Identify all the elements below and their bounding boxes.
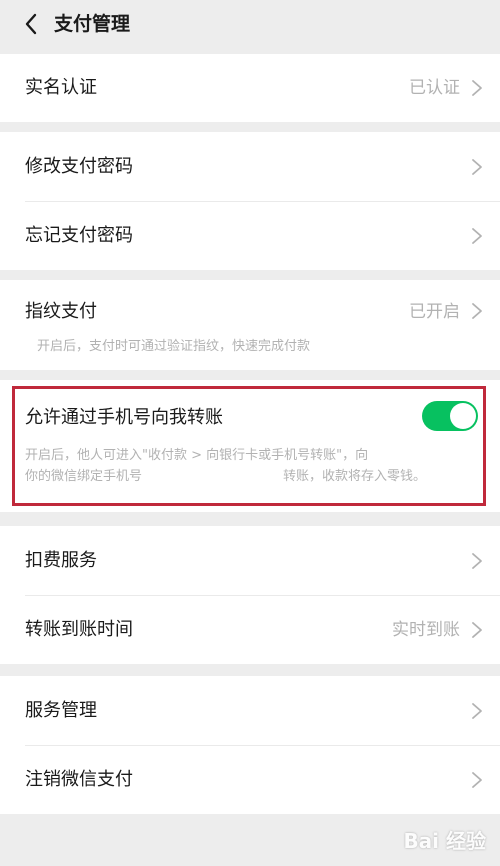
password-group: 修改支付密码 忘记支付密码 (0, 132, 500, 270)
baidu-jingyan-watermark: Bai 经验 (403, 829, 486, 853)
manage-group: 服务管理 注销微信支付 (0, 676, 500, 814)
change-password-label: 修改支付密码 (25, 155, 133, 177)
payment-management-page: 支付管理 实名认证 已认证 修改支付密码 忘记支付密码 指纹支付 已开启 开启后… (0, 0, 500, 866)
chevron-right-icon (472, 303, 482, 319)
highlight-annotation-box (12, 386, 486, 506)
deduction-service-row[interactable]: 扣费服务 (0, 526, 500, 595)
chevron-right-icon (472, 158, 482, 175)
back-button[interactable] (18, 11, 44, 37)
realname-label: 实名认证 (25, 77, 97, 98)
realname-row[interactable]: 实名认证 已认证 (0, 54, 500, 122)
fingerprint-label: 指纹支付 (25, 301, 97, 322)
chevron-right-icon (472, 80, 482, 96)
fingerprint-description: 开启后，支付时可通过验证指纹，快速完成付款 (37, 339, 311, 354)
transfer-arrival-row[interactable]: 转账到账时间 实时到账 (0, 595, 500, 664)
services-group: 扣费服务 转账到账时间 实时到账 (0, 526, 500, 664)
cancel-wechat-pay-label: 注销微信支付 (25, 768, 133, 790)
fingerprint-row[interactable]: 指纹支付 已开启 (0, 280, 500, 340)
chevron-right-icon (472, 771, 482, 788)
forgot-password-row[interactable]: 忘记支付密码 (0, 201, 500, 270)
chevron-right-icon (472, 702, 482, 719)
fingerprint-group: 指纹支付 已开启 开启后，支付时可通过验证指纹，快速完成付款 (0, 280, 500, 370)
fingerprint-status: 已开启 (409, 302, 460, 322)
realname-status: 已认证 (409, 78, 460, 98)
forgot-password-label: 忘记支付密码 (25, 224, 133, 246)
chevron-right-icon (472, 621, 482, 638)
service-manage-label: 服务管理 (25, 699, 97, 721)
nav-header: 支付管理 (0, 0, 500, 50)
transfer-arrival-value: 实时到账 (392, 619, 460, 640)
chevron-right-icon (472, 227, 482, 244)
chevron-right-icon (472, 552, 482, 569)
change-password-row[interactable]: 修改支付密码 (0, 132, 500, 201)
service-manage-row[interactable]: 服务管理 (0, 676, 500, 745)
deduction-service-label: 扣费服务 (25, 549, 97, 571)
cancel-wechat-pay-row[interactable]: 注销微信支付 (0, 745, 500, 814)
transfer-arrival-label: 转账到账时间 (25, 618, 133, 640)
chevron-left-icon (25, 13, 37, 35)
page-title: 支付管理 (54, 13, 131, 35)
realname-group: 实名认证 已认证 (0, 54, 500, 122)
